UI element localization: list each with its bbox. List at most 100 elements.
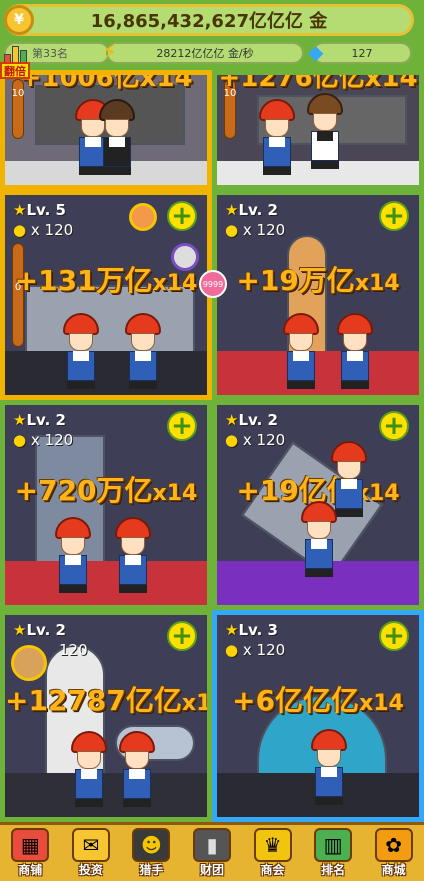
level-text: Lv. 5 bbox=[26, 201, 66, 219]
income-multiplier: x14 bbox=[152, 481, 198, 506]
income-amount: +720万亿 bbox=[14, 474, 153, 507]
worker-count: ● x 120 bbox=[225, 641, 285, 659]
income-amount: +19万亿 bbox=[236, 264, 355, 297]
person-icon: ● bbox=[225, 221, 239, 239]
speed-badge-text: 9999 bbox=[202, 279, 224, 289]
manager-figure bbox=[97, 99, 137, 179]
worker-figure bbox=[53, 517, 93, 597]
gem-balance-button[interactable]: ◆ 127 bbox=[308, 40, 412, 64]
upgrade-plus-button[interactable]: + bbox=[379, 201, 409, 231]
level-label: ★Lv. 2 bbox=[225, 411, 278, 429]
speed-badge[interactable]: 9999 bbox=[199, 270, 227, 298]
worker-count: ● x 120 bbox=[13, 221, 73, 239]
top-status-bar: ¥ 16,865,432,627亿亿亿 金 第33名 ⚡ 28212亿亿亿 金/… bbox=[0, 0, 424, 70]
upgrade-plus-button[interactable]: + bbox=[379, 621, 409, 651]
income-rate-text: 28212亿亿亿 金/秒 bbox=[156, 47, 254, 60]
bolt-icon: ⚡ bbox=[102, 40, 118, 65]
income-label: +720万亿x14 bbox=[5, 469, 207, 509]
nav-syndicate[interactable]: ▮ 财团 bbox=[184, 826, 240, 880]
double-income-tag[interactable]: 翻倍 bbox=[0, 62, 30, 79]
worker-count-text: x 120 bbox=[242, 431, 286, 449]
rank-button[interactable]: 第33名 bbox=[4, 42, 110, 66]
worker-count-text: x 120 bbox=[242, 221, 286, 239]
factory-card-top-right[interactable]: 10 +1276亿亿x14 bbox=[212, 70, 424, 190]
person-icon: ● bbox=[225, 641, 239, 659]
worker-figure bbox=[123, 313, 163, 393]
income-rate-display: ⚡ 28212亿亿亿 金/秒 bbox=[102, 40, 304, 65]
nav-label: 商城 bbox=[381, 863, 406, 877]
level-label: ★Lv. 2 bbox=[13, 621, 66, 639]
worker-count-text: 120 bbox=[59, 641, 88, 659]
nav-mall[interactable]: ✿ 商城 bbox=[366, 826, 422, 880]
manager-avatar-icon[interactable] bbox=[11, 645, 47, 681]
factory-card-selected[interactable]: ★Lv. 3 ● x 120 + +6亿亿亿x14 bbox=[212, 610, 424, 822]
star-icon: ★ bbox=[13, 621, 27, 639]
coin-icon: ¥ bbox=[4, 5, 34, 35]
manager-avatar-icon[interactable] bbox=[129, 203, 157, 231]
invest-icon: ✉ bbox=[71, 828, 110, 862]
level-label: ★Lv. 3 bbox=[225, 621, 278, 639]
syndicate-icon: ▮ bbox=[192, 828, 231, 862]
star-icon: ★ bbox=[13, 411, 27, 429]
diamond-icon: ◆ bbox=[308, 40, 324, 64]
shop-icon: ▦ bbox=[11, 828, 50, 862]
upgrade-plus-button[interactable]: + bbox=[379, 411, 409, 441]
nav-label: 猎手 bbox=[139, 863, 164, 877]
factory-card[interactable]: 0 ★Lv. 5 ● x 120 + +131万亿x14 bbox=[0, 190, 212, 400]
star-icon: ★ bbox=[225, 621, 239, 639]
income-label: +1276亿亿x14 bbox=[218, 70, 418, 93]
nav-ranking[interactable]: ▥ 排名 bbox=[305, 826, 361, 880]
income-multiplier: x14 bbox=[181, 691, 212, 716]
level-text: Lv. 2 bbox=[238, 411, 278, 429]
worker-count-text: x 120 bbox=[30, 431, 74, 449]
nav-invest[interactable]: ✉ 投资 bbox=[63, 826, 119, 880]
gem-count-text: 127 bbox=[351, 46, 373, 60]
star-icon: ★ bbox=[13, 201, 27, 219]
level-label: ★Lv. 2 bbox=[13, 411, 66, 429]
income-amount: +12787亿亿 bbox=[5, 684, 182, 717]
ranking-icon: ▥ bbox=[314, 828, 353, 862]
level-text: Lv. 3 bbox=[238, 621, 278, 639]
income-label: +19万亿x14 bbox=[217, 259, 419, 299]
upgrade-plus-button[interactable]: + bbox=[167, 411, 197, 441]
worker-count: ● x 120 bbox=[225, 221, 285, 239]
factory-card[interactable]: ★Lv. 2 ● x 120 + +19万亿x14 bbox=[212, 190, 424, 400]
mall-icon: ✿ bbox=[374, 828, 413, 862]
worker-figure bbox=[61, 313, 101, 393]
factory-card[interactable]: ★Lv. 2 ● x 120 + +19亿亿x14 bbox=[212, 400, 424, 610]
income-label: +12787亿亿x14 bbox=[5, 679, 207, 719]
nav-hunter[interactable]: ☻ 猎手 bbox=[123, 826, 179, 880]
income-multiplier: x14 bbox=[359, 691, 404, 716]
income-label: +6亿亿亿x14 bbox=[217, 679, 419, 719]
level-text: Lv. 2 bbox=[26, 621, 66, 639]
factory-card[interactable]: ★Lv. 2 120 + +12787亿亿x14 bbox=[0, 610, 212, 822]
worker-figure bbox=[309, 729, 349, 809]
nav-chamber[interactable]: ♛ 商会 bbox=[245, 826, 301, 880]
nav-label: 商铺 bbox=[18, 863, 43, 877]
worker-count-text: x 120 bbox=[242, 641, 286, 659]
bottom-navigation: ▦ 商铺 ✉ 投资 ☻ 猎手 ▮ 财团 ♛ 商会 ▥ 排名 ✿ 商城 bbox=[0, 822, 424, 881]
level-label: ★Lv. 2 bbox=[225, 201, 278, 219]
level-text: Lv. 2 bbox=[26, 411, 66, 429]
nav-label: 商会 bbox=[260, 863, 285, 877]
worker-figure bbox=[257, 99, 297, 179]
level-text: Lv. 2 bbox=[238, 201, 278, 219]
upgrade-plus-button[interactable]: + bbox=[167, 201, 197, 231]
gold-balance-text: 16,865,432,627亿亿亿 金 bbox=[90, 11, 328, 32]
person-icon: ● bbox=[13, 431, 27, 449]
worker-figure bbox=[113, 517, 153, 597]
level-label: ★Lv. 5 bbox=[13, 201, 66, 219]
worker-count: 120 bbox=[59, 641, 88, 659]
income-multiplier: x14 bbox=[354, 271, 400, 296]
manager-figure bbox=[305, 93, 345, 173]
worker-figure bbox=[69, 731, 109, 811]
upgrade-plus-button[interactable]: + bbox=[167, 621, 197, 651]
income-amount: +131万亿 bbox=[14, 264, 153, 297]
worker-count-text: x 120 bbox=[30, 221, 74, 239]
rank-text: 第33名 bbox=[32, 47, 68, 60]
factory-card-top-left[interactable]: 10 +1006亿x14 bbox=[0, 70, 212, 190]
star-icon: ★ bbox=[225, 201, 239, 219]
nav-shop[interactable]: ▦ 商铺 bbox=[2, 826, 58, 880]
factory-card[interactable]: ★Lv. 2 ● x 120 + +720万亿x14 bbox=[0, 400, 212, 610]
worker-figure bbox=[281, 313, 321, 393]
